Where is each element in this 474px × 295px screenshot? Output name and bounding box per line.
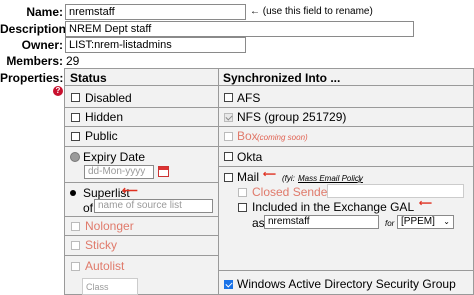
for-select[interactable]: [PPEM] ⌄ [397,215,454,229]
name-field[interactable] [65,4,246,20]
calendar-icon[interactable] [158,166,169,177]
status-header: Status [70,71,107,85]
help-icon[interactable]: ? [53,86,63,96]
row-divider [64,146,218,147]
nolonger-label: Nolonger [85,219,134,233]
description-field[interactable] [65,21,414,37]
owner-field[interactable] [65,37,246,53]
closed-senders-input[interactable] [327,184,464,198]
public-checkbox[interactable] [71,132,80,141]
afs-checkbox[interactable] [224,93,233,102]
closed-senders-checkbox[interactable] [238,188,247,197]
sticky-checkbox[interactable] [71,241,80,250]
box-label: Box [237,129,258,143]
row-divider [64,216,218,217]
superlist-indicator [70,190,76,196]
hidden-label: Hidden [85,110,124,124]
afs-label: AFS [237,91,261,105]
sync-header: Synchronized Into ... [223,71,341,85]
autolist-class-input[interactable] [82,278,138,295]
superlist-arrow-icon: ⟵ [122,185,138,197]
autolist-label: Autolist [85,259,125,273]
row-divider [218,270,474,271]
exchange-gal-checkbox[interactable] [238,203,247,212]
hidden-checkbox[interactable] [71,113,80,122]
disabled-checkbox[interactable] [71,93,80,102]
box-checkbox[interactable] [224,132,233,141]
chevron-down-icon: ⌄ [443,217,450,226]
row-divider [218,107,474,108]
gal-arrow-icon: ⟵ [419,198,432,208]
row-divider [218,146,474,147]
windows-ad-checkbox[interactable] [224,280,233,289]
for-label: for [385,219,395,228]
okta-checkbox[interactable] [224,152,233,161]
exchange-gal-label: Included in the Exchange GAL [252,200,415,214]
mail-arrow-icon: ⟵ [263,169,276,179]
mail-note: (fyi: [282,174,295,183]
row-divider [218,166,474,167]
row-divider [64,235,218,236]
owner-label: Owner: [21,38,63,52]
row-divider [64,255,218,256]
okta-label: Okta [237,150,263,164]
nfs-label: NFS (group 251729) [237,110,347,124]
closed-senders-label: Closed Senders [252,185,338,199]
public-label: Public [85,129,118,143]
members-count: 29 [66,54,80,68]
column-divider [218,68,219,295]
properties-label: Properties: [0,71,64,85]
members-label: Members: [6,54,63,68]
description-label: Description: [0,22,71,36]
expiry-date-label: Expiry Date [83,150,146,164]
gal-alias-input[interactable] [264,215,379,229]
autolist-checkbox[interactable] [71,262,80,271]
as-label: as [252,216,265,230]
mail-label: Mail [237,170,260,184]
of-label: of [83,201,94,215]
row-divider [64,107,218,108]
for-select-value: [PPEM] [401,216,435,227]
mass-email-policy-link[interactable]: Mass Email Policy [298,174,363,183]
mail-note-end: ) [358,174,361,183]
name-label: Name: [26,5,63,19]
nfs-checkbox [224,113,233,122]
windows-ad-label: Windows Active Directory Security Group [237,277,456,291]
source-list-input[interactable] [94,199,213,213]
rename-hint: ← (use this field to rename) [250,6,373,17]
row-divider [64,126,218,127]
nolonger-checkbox[interactable] [71,222,80,231]
box-note: (coming soon) [257,133,308,142]
mail-checkbox[interactable] [224,173,233,182]
sticky-label: Sticky [85,238,118,252]
disabled-label: Disabled [85,91,132,105]
row-divider [218,126,474,127]
clock-icon [70,152,80,162]
row-divider [64,182,218,183]
expiry-date-input[interactable] [84,165,154,179]
header-divider [64,85,474,86]
